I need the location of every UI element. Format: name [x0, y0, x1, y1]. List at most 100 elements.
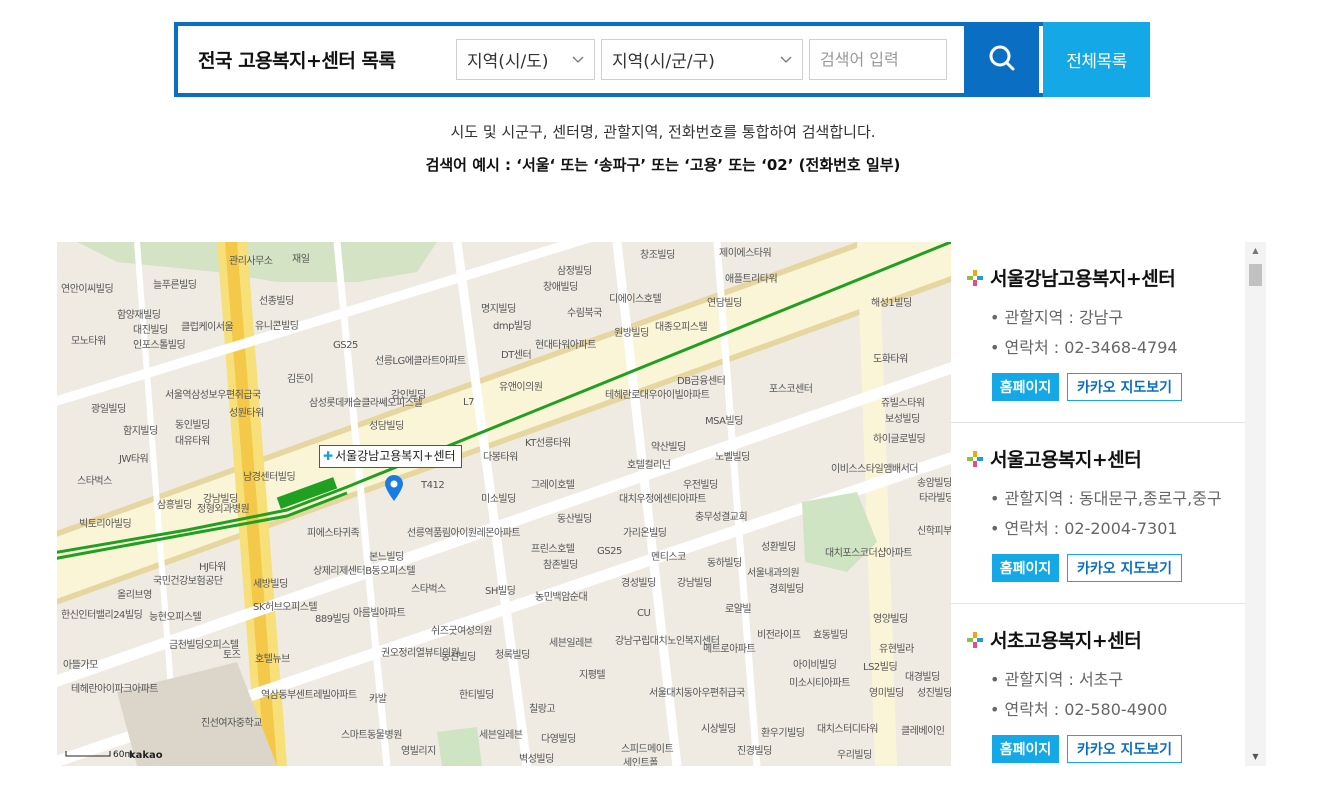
- center-region: • 관할지역 : 서초구: [990, 670, 1124, 689]
- center-name-row: 서울고용복지+센터: [966, 445, 1245, 472]
- map-label: 메트로아파트: [703, 644, 756, 655]
- map-label: CU: [637, 608, 651, 619]
- map-label: 농민백암순대: [535, 592, 588, 603]
- kakao-map-button[interactable]: 카카오 지도보기: [1067, 554, 1182, 582]
- map-label: 삼흥빌딩: [157, 500, 192, 511]
- map-label: 대유타워: [175, 436, 210, 447]
- scroll-up-arrow-icon[interactable]: ▲: [1245, 242, 1266, 260]
- map-label: 시상빌딩: [701, 724, 736, 735]
- map-label: 올리브영: [117, 590, 152, 601]
- map-label: 상제리제센터B동오피스텔: [313, 566, 416, 577]
- center-logo-icon: [967, 450, 983, 467]
- center-name: 서울강남고용복지+센터: [990, 268, 1176, 290]
- map-label: 김돈이: [287, 374, 314, 385]
- region-sido-select[interactable]: 지역(시/도): [456, 39, 595, 80]
- center-info: • 관할지역 : 강남구 • 연락처 : 02-3468-4794: [966, 303, 1245, 363]
- map-label: 디에이스호텔: [609, 294, 662, 305]
- kakao-map-button[interactable]: 카카오 지도보기: [1067, 373, 1182, 401]
- map-label: 대경빌딩: [905, 672, 940, 683]
- map-label: 대종오피스텔: [655, 322, 708, 333]
- map-label: 아뜰가모: [63, 660, 98, 671]
- center-actions: 홈페이지 카카오 지도보기: [966, 735, 1245, 763]
- center-actions: 홈페이지 카카오 지도보기: [966, 373, 1245, 401]
- map-view[interactable]: 관리사무소 재일 삼정빌딩 창조빌딩 제이에스타워 애플트리타워 해성1빌딩 도…: [57, 242, 951, 766]
- map-label: 포스코센터: [769, 384, 813, 395]
- map-label: 청록빌딩: [495, 650, 530, 661]
- center-region: • 관할지역 : 강남구: [990, 308, 1124, 327]
- map-label: 관리사무소: [229, 256, 273, 267]
- map-label: 영미빌딩: [869, 688, 904, 699]
- search-input[interactable]: [809, 39, 947, 80]
- search-button[interactable]: [964, 22, 1039, 97]
- map-marker-icon[interactable]: [383, 474, 405, 506]
- map-label: LS2빌딩: [863, 662, 898, 673]
- map-label: DB금융센터: [677, 376, 726, 387]
- map-label: 스피드메이트: [621, 744, 674, 755]
- map-label: 노벨빌딩: [715, 452, 750, 463]
- scroll-thumb[interactable]: [1249, 264, 1262, 286]
- search-example: 검색어 예시 : ‘서울‘ 또는 ‘송파구’ 또는 ‘고용’ 또는 ‘02’ (…: [425, 156, 901, 174]
- map-label: 함지빌딩: [123, 426, 158, 437]
- map-label: 칠랑고: [529, 704, 556, 715]
- map-label: 클럽케이서울: [181, 322, 234, 333]
- scroll-down-arrow-icon[interactable]: ▼: [1245, 748, 1266, 766]
- map-label: 약산빌딩: [651, 442, 686, 453]
- center-list-items: 서울강남고용복지+센터 • 관할지역 : 강남구 • 연락처 : 02-3468…: [951, 242, 1245, 766]
- map-label: 인포스톨빌딩: [133, 340, 186, 351]
- map-label: 빅토리아빌딩: [79, 519, 132, 530]
- map-label: 선릉LG에클라트아파트: [375, 356, 466, 367]
- search-icon: [987, 43, 1017, 77]
- map-label: 명지빌딩: [481, 304, 516, 315]
- search-bar: 전국 고용복지+센터 목록 지역(시/도) 지역(시/군/구) 전체목록: [174, 22, 1150, 97]
- center-name-row: 서울강남고용복지+센터: [966, 264, 1245, 291]
- map-label: GS25: [333, 340, 358, 351]
- map-label: 신학피부과: [917, 526, 951, 537]
- center-list[interactable]: 서울강남고용복지+센터 • 관할지역 : 강남구 • 연락처 : 02-3468…: [951, 242, 1266, 766]
- map-label: 서울대치동아우편취급국: [649, 688, 745, 699]
- map-scale: 60m: [65, 750, 133, 761]
- list-scrollbar[interactable]: ▲ ▼: [1245, 242, 1266, 766]
- region-sigungu-value: 지역(시/군/구): [612, 52, 715, 72]
- map-label: 미소시티아파트: [789, 678, 850, 689]
- all-list-button[interactable]: 전체목록: [1043, 22, 1150, 97]
- map-label: 우리빌딩: [837, 750, 872, 761]
- center-phone: • 연락처 : 02-3468-4794: [990, 338, 1178, 357]
- map-label: 하이글로빌딩: [873, 434, 926, 445]
- map-label: 역삼동부센트레빌아파트: [261, 690, 357, 701]
- homepage-button[interactable]: 홈페이지: [992, 735, 1059, 763]
- map-tooltip[interactable]: ✚ 서울강남고용복지+센터: [319, 445, 462, 468]
- center-name-row: 서초고용복지+센터: [966, 626, 1245, 653]
- region-sigungu-select[interactable]: 지역(시/군/구): [601, 39, 803, 80]
- search-title: 전국 고용복지+센터 목록: [198, 50, 396, 72]
- map-label: 성원타워: [229, 408, 264, 419]
- map-label: 유현빌라: [879, 644, 914, 655]
- map-label: HJ타워: [199, 562, 226, 573]
- map-label: 영양빌딩: [873, 614, 908, 625]
- map-label: 테헤란로대우아이빌아파트: [605, 390, 710, 401]
- map-label: 쉬즈굿여성의원: [431, 626, 492, 637]
- map-label: 연담빌딩: [707, 298, 742, 309]
- map-label: 가리온빌딩: [623, 528, 667, 539]
- center-region: • 관할지역 : 동대문구,종로구,중구: [990, 489, 1222, 508]
- map-label: 동선빌딩: [441, 652, 476, 663]
- map-label: 아름빌아파트: [353, 608, 406, 619]
- map-label: 타라빌딩: [919, 493, 951, 504]
- map-label: DT센터: [501, 350, 532, 361]
- search-description: 시도 및 시군구, 센터명, 관할지역, 전화번호를 통합하여 검색합니다.: [450, 123, 876, 141]
- map-label: 다영빌딩: [541, 734, 576, 745]
- map-label: 유니콘빌딩: [255, 321, 299, 332]
- center-phone: • 연락처 : 02-580-4900: [990, 700, 1168, 719]
- kakao-map-button[interactable]: 카카오 지도보기: [1067, 735, 1182, 763]
- map-label: 한티빌딩: [459, 690, 494, 701]
- map-provider-logo: kakao: [129, 750, 163, 761]
- map-label: 대치포스코더샵아파트: [825, 548, 913, 559]
- map-label: 세인트폴: [623, 758, 658, 766]
- map-label: 세븐일레븐: [479, 730, 523, 741]
- map-label: SK허브오피스텔: [253, 602, 318, 613]
- center-name: 서초고용복지+센터: [990, 630, 1142, 652]
- homepage-button[interactable]: 홈페이지: [992, 554, 1059, 582]
- map-label: 호텔뉴브: [255, 654, 290, 665]
- homepage-button[interactable]: 홈페이지: [992, 373, 1059, 401]
- map-label: 광일빌딩: [91, 404, 126, 415]
- center-card: 서울강남고용복지+센터 • 관할지역 : 강남구 • 연락처 : 02-3468…: [951, 242, 1245, 423]
